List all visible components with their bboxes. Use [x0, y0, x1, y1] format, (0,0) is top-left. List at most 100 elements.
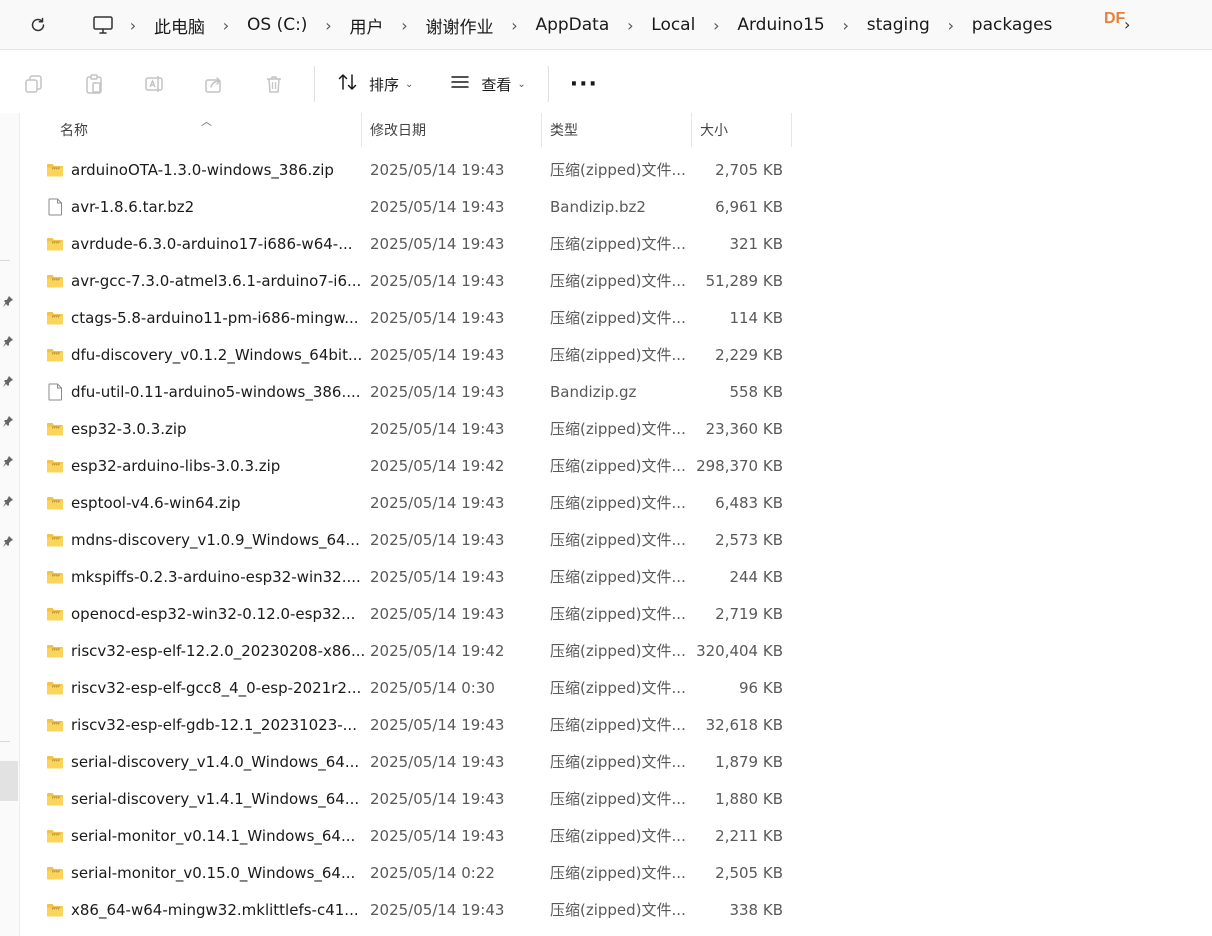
pin-icon[interactable]: [1, 494, 15, 508]
file-row[interactable]: esp32-arduino-libs-3.0.3.zip 2025/05/14 1…: [20, 447, 800, 484]
breadcrumb-item[interactable]: 用户: [339, 13, 393, 38]
pin-icon[interactable]: [1, 454, 15, 468]
rename-icon[interactable]: [124, 55, 184, 113]
file-name-cell[interactable]: arduinoOTA-1.3.0-windows_386.zip: [46, 161, 366, 179]
pin-icon[interactable]: [1, 374, 15, 388]
file-date: 2025/05/14 0:30: [370, 678, 495, 697]
file-name-cell[interactable]: riscv32-esp-elf-12.2.0_20230208-x86...: [46, 642, 366, 660]
nav-item-selected[interactable]: [0, 761, 18, 801]
breadcrumb-item[interactable]: staging: [857, 15, 940, 35]
column-header-type[interactable]: 类型: [542, 113, 692, 147]
file-name: serial-discovery_v1.4.0_Windows_64...: [71, 752, 360, 771]
file-row[interactable]: ctags-5.8-arduino11-pm-i686-mingw... 2025…: [20, 299, 800, 336]
file-name-cell[interactable]: serial-monitor_v0.14.1_Windows_64...: [46, 827, 366, 845]
share-icon[interactable]: [184, 55, 244, 113]
chevron-right-icon[interactable]: ›: [619, 16, 641, 35]
this-pc-icon[interactable]: [80, 15, 122, 35]
pin-icon[interactable]: [1, 334, 15, 348]
breadcrumb-item[interactable]: 此电脑: [144, 13, 215, 38]
file-row[interactable]: avrdude-6.3.0-arduino17-i686-w64-... 2025…: [20, 225, 800, 262]
chevron-right-icon[interactable]: ›: [317, 16, 339, 35]
breadcrumb-item[interactable]: Local: [641, 15, 705, 35]
file-size: 298,370 KB: [696, 456, 783, 475]
chevron-right-icon[interactable]: ›: [835, 16, 857, 35]
file-row[interactable]: x86_64-w64-mingw32.mklittlefs-c41... 2025…: [20, 891, 800, 928]
file-row[interactable]: esptool-v4.6-win64.zip 2025/05/14 19:43 压缩…: [20, 484, 800, 521]
pin-icon[interactable]: [1, 294, 15, 308]
file-row[interactable]: serial-discovery_v1.4.0_Windows_64... 202…: [20, 743, 800, 780]
file-row[interactable]: dfu-discovery_v0.1.2_Windows_64bit... 202…: [20, 336, 800, 373]
copy-icon[interactable]: [4, 55, 64, 113]
pin-icon[interactable]: [1, 534, 15, 548]
file-size: 114 KB: [729, 308, 783, 327]
file-name-cell[interactable]: mdns-discovery_v1.0.9_Windows_64...: [46, 531, 366, 549]
file-name-cell[interactable]: serial-monitor_v0.15.0_Windows_64...: [46, 864, 366, 882]
sort-button[interactable]: 排序 ⌄: [325, 64, 425, 104]
more-options-button[interactable]: ···: [559, 64, 609, 104]
file-name-cell[interactable]: avr-gcc-7.3.0-atmel3.6.1-arduino7-i6...: [46, 272, 366, 290]
file-name: dfu-util-0.11-arduino5-windows_386....: [71, 382, 361, 401]
column-header-size[interactable]: 大小: [692, 113, 792, 147]
file-name-cell[interactable]: esp32-arduino-libs-3.0.3.zip: [46, 457, 366, 475]
file-row[interactable]: dfu-util-0.11-arduino5-windows_386.... 20…: [20, 373, 800, 410]
file-row[interactable]: avr-1.8.6.tar.bz2 2025/05/14 19:43 Bandizi…: [20, 188, 800, 225]
file-name-cell[interactable]: avrdude-6.3.0-arduino17-i686-w64-...: [46, 235, 366, 253]
file-name-cell[interactable]: serial-discovery_v1.4.1_Windows_64...: [46, 790, 366, 808]
column-header-name[interactable]: 名称: [20, 113, 362, 147]
file-type: 压缩(zipped)文件...: [550, 642, 686, 660]
file-name-cell[interactable]: openocd-esp32-win32-0.12.0-esp32...: [46, 605, 366, 623]
breadcrumb-item[interactable]: Arduino15: [727, 15, 834, 35]
breadcrumb-item[interactable]: AppData: [525, 15, 619, 35]
file-type: 压缩(zipped)文件...: [550, 753, 686, 771]
delete-icon[interactable]: [244, 55, 304, 113]
file-row[interactable]: serial-monitor_v0.15.0_Windows_64... 2025…: [20, 854, 800, 891]
chevron-right-icon[interactable]: ›: [215, 16, 237, 35]
chevron-right-icon[interactable]: ›: [705, 16, 727, 35]
chevron-right-icon[interactable]: ›: [393, 16, 415, 35]
file-name-cell[interactable]: esptool-v4.6-win64.zip: [46, 494, 366, 512]
file-row[interactable]: serial-discovery_v1.4.1_Windows_64... 202…: [20, 780, 800, 817]
file-type: 压缩(zipped)文件...: [550, 346, 686, 364]
file-name-cell[interactable]: dfu-discovery_v0.1.2_Windows_64bit...: [46, 346, 366, 364]
chevron-right-icon[interactable]: ›: [503, 16, 525, 35]
pin-icon[interactable]: [1, 414, 15, 428]
file-name-cell[interactable]: ctags-5.8-arduino11-pm-i686-mingw...: [46, 309, 366, 327]
file-name-cell[interactable]: dfu-util-0.11-arduino5-windows_386....: [46, 383, 366, 401]
file-type: 压缩(zipped)文件...: [550, 568, 686, 586]
file-size: 321 KB: [729, 234, 783, 253]
file-name-cell[interactable]: serial-discovery_v1.4.0_Windows_64...: [46, 753, 366, 771]
file-row[interactable]: riscv32-esp-elf-gcc8_4_0-esp-2021r2... 20…: [20, 669, 800, 706]
breadcrumb-item[interactable]: OS (C:): [237, 15, 317, 35]
file-row[interactable]: riscv32-esp-elf-12.2.0_20230208-x86... 20…: [20, 632, 800, 669]
file-name: serial-discovery_v1.4.1_Windows_64...: [71, 789, 360, 808]
file-name-cell[interactable]: riscv32-esp-elf-gcc8_4_0-esp-2021r2...: [46, 679, 366, 697]
file-size: 338 KB: [729, 900, 783, 919]
refresh-icon[interactable]: [26, 13, 50, 37]
chevron-right-icon[interactable]: ›: [1124, 15, 1130, 34]
chevron-right-icon[interactable]: ›: [122, 16, 144, 35]
chevron-right-icon[interactable]: ›: [940, 16, 962, 35]
file-name-cell[interactable]: avr-1.8.6.tar.bz2: [46, 198, 366, 216]
file-row[interactable]: esp32-3.0.3.zip 2025/05/14 19:43 压缩(zipped…: [20, 410, 800, 447]
file-name-cell[interactable]: riscv32-esp-elf-gdb-12.1_20231023-...: [46, 716, 366, 734]
file-name-cell[interactable]: x86_64-w64-mingw32.mklittlefs-c41...: [46, 901, 366, 919]
breadcrumb-item[interactable]: 谢谢作业: [415, 13, 503, 38]
file-name: ctags-5.8-arduino11-pm-i686-mingw...: [71, 308, 359, 327]
file-name-cell[interactable]: esp32-3.0.3.zip: [46, 420, 366, 438]
file-size: 2,211 KB: [715, 826, 783, 845]
file-name-cell[interactable]: mkspiffs-0.2.3-arduino-esp32-win32....: [46, 568, 366, 586]
file-row[interactable]: openocd-esp32-win32-0.12.0-esp32... 2025/…: [20, 595, 800, 632]
file-row[interactable]: avr-gcc-7.3.0-atmel3.6.1-arduino7-i6... 2…: [20, 262, 800, 299]
file-type: 压缩(zipped)文件...: [550, 272, 686, 290]
file-row[interactable]: mkspiffs-0.2.3-arduino-esp32-win32.... 20…: [20, 558, 800, 595]
file-row[interactable]: serial-monitor_v0.14.1_Windows_64... 2025…: [20, 817, 800, 854]
file-name: mkspiffs-0.2.3-arduino-esp32-win32....: [71, 567, 361, 586]
file-row[interactable]: riscv32-esp-elf-gdb-12.1_20231023-... 202…: [20, 706, 800, 743]
column-header-date[interactable]: 修改日期: [362, 113, 542, 147]
file-row[interactable]: arduinoOTA-1.3.0-windows_386.zip 2025/05/…: [20, 151, 800, 188]
zip-folder-icon: [46, 679, 64, 697]
view-button[interactable]: 查看 ⌄: [437, 64, 537, 104]
breadcrumb-item-current[interactable]: packages: [962, 15, 1063, 35]
paste-icon[interactable]: [64, 55, 124, 113]
file-row[interactable]: mdns-discovery_v1.0.9_Windows_64... 2025/…: [20, 521, 800, 558]
